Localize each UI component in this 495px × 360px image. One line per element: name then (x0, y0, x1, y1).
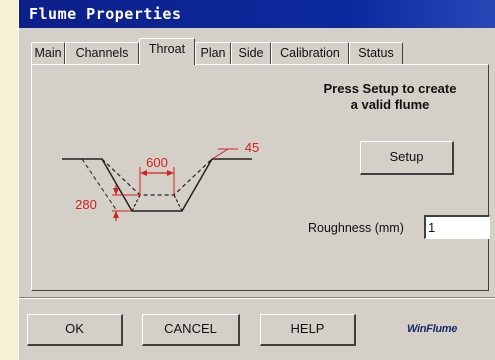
tab-status[interactable]: Status (349, 42, 403, 64)
slope-arc (211, 148, 229, 160)
setup-button[interactable]: Setup (360, 141, 454, 175)
throat-right-wall-line (173, 194, 183, 212)
help-button[interactable]: HELP (260, 314, 356, 346)
tab-throat[interactable]: Throat (139, 38, 195, 65)
roughness-label: Roughness (mm) (308, 221, 404, 235)
tab-main[interactable]: Main (31, 42, 65, 64)
cancel-button[interactable]: CANCEL (142, 314, 240, 346)
throat-panel: Press Setup to create a valid flume Setu… (31, 64, 490, 291)
window-title: Flume Properties (19, 0, 495, 28)
width-arrow-right (167, 170, 174, 176)
depth-label: 280 (75, 197, 97, 212)
setup-message-line1: Press Setup to create (323, 81, 457, 96)
bottom-width-label: 600 (146, 155, 168, 170)
footer-divider (19, 297, 495, 299)
roughness-input[interactable] (424, 215, 490, 239)
tab-channels[interactable]: Channels (65, 42, 139, 64)
throat-cross-section-diagram: 600 280 45 (62, 141, 259, 221)
width-arrow-left (140, 170, 147, 176)
slope-label: 45 (245, 141, 259, 155)
tab-calibration[interactable]: Calibration (271, 42, 349, 64)
depth-arrow-top (113, 188, 119, 195)
ok-button[interactable]: OK (27, 314, 123, 346)
setup-message: Press Setup to create a valid flume (290, 81, 490, 113)
throat-left-wall-line (131, 194, 141, 212)
setup-message-line2: a valid flume (350, 97, 430, 112)
tab-side[interactable]: Side (231, 42, 271, 64)
depth-arrow-bottom (113, 211, 119, 218)
flume-properties-dialog: Flume Properties Main Channels Throat Pl… (18, 0, 495, 360)
winflume-logo: WinFlume (407, 323, 458, 335)
tab-plan[interactable]: Plan (195, 42, 231, 64)
